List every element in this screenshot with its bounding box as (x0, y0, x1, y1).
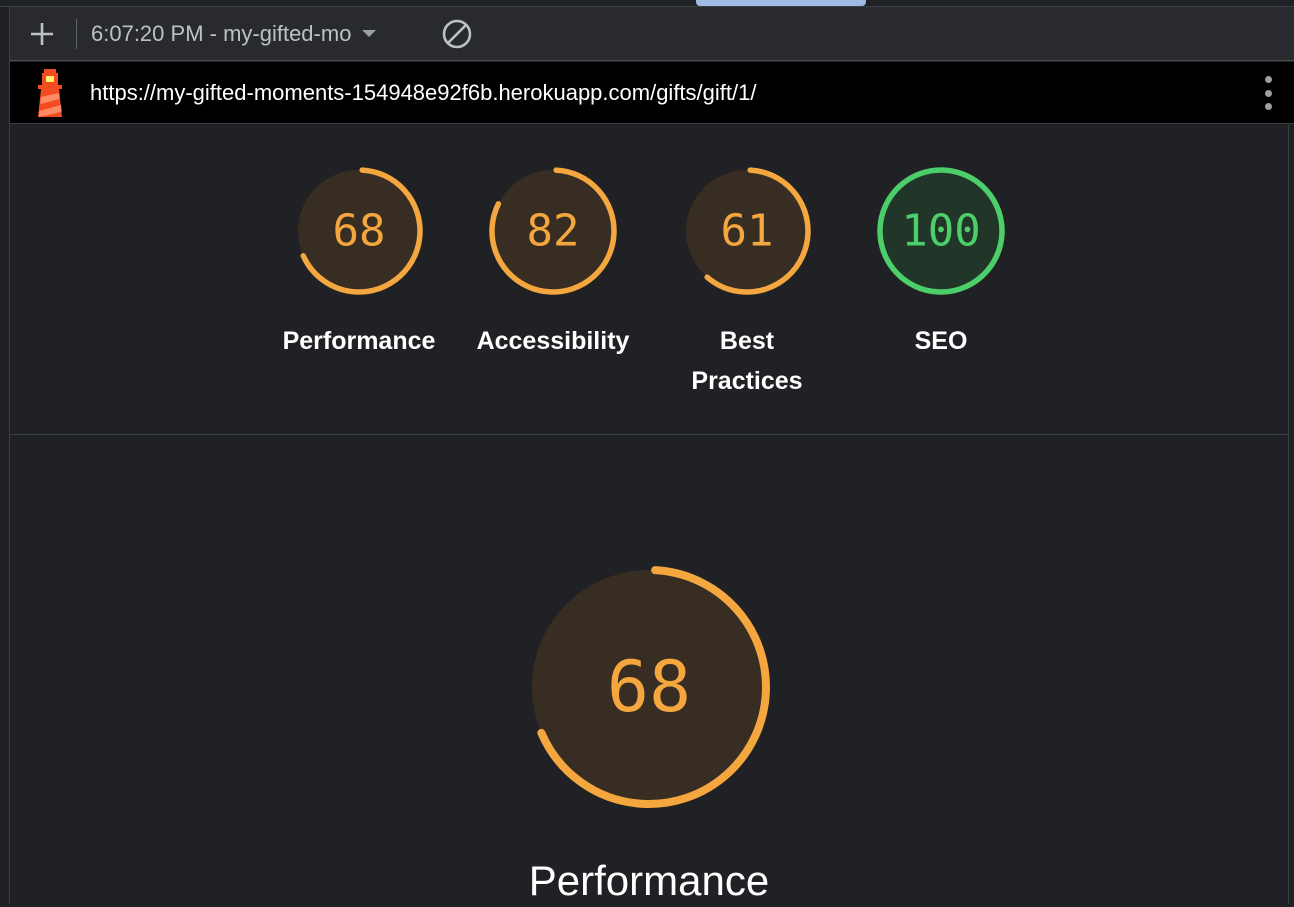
caret-down-icon (362, 29, 377, 37)
gauge-label-best-practices: Best Practices (691, 327, 803, 395)
divider (1288, 125, 1289, 904)
more-vertical-icon[interactable] (1258, 76, 1278, 110)
lighthouse-icon (38, 68, 62, 117)
performance-gauge: 68 (295, 167, 423, 295)
url-bar: https://my-gifted-moments-154948e92f6b.h… (10, 62, 1294, 124)
report-select-value: 6:07:20 PM - my-gifted-mo (91, 20, 352, 46)
lighthouse-toolbar: 6:07:20 PM - my-gifted-mo (10, 7, 1294, 61)
accessibility-score: 82 (527, 206, 580, 257)
gauge-accessibility[interactable]: 82 Accessibility (468, 165, 638, 361)
gauge-best-practices[interactable]: 61 Best Practices (662, 165, 832, 401)
report-select[interactable]: 6:07:20 PM - my-gifted-mo (91, 14, 431, 54)
page-url: https://my-gifted-moments-154948e92f6b.h… (90, 79, 757, 105)
gauge-label-seo: SEO (914, 327, 968, 355)
gauge-performance[interactable]: 68 Performance (274, 165, 444, 361)
plus-icon[interactable] (20, 12, 64, 56)
performance-detail-title: Performance (528, 857, 770, 904)
score-summary: 68 Performance 82 Accessibility 61 Best Pract… (10, 125, 1288, 435)
best-practices-score: 61 (721, 206, 774, 257)
performance-score: 68 (333, 206, 386, 257)
gauge-seo[interactable]: 100 SEO (856, 165, 1026, 361)
gauge-label-accessibility: Accessibility (476, 327, 630, 355)
left-gutter (0, 7, 10, 904)
performance-detail-score: 68 (607, 646, 691, 728)
accessibility-gauge: 82 (489, 167, 617, 295)
lighthouse-panel: 6:07:20 PM - my-gifted-mo https://my-gif… (0, 0, 1294, 904)
performance-detail-gauge: 68 (520, 558, 778, 821)
block-icon[interactable] (435, 12, 479, 56)
toolbar-separator (76, 18, 77, 49)
gauge-label-performance: Performance (282, 327, 436, 355)
seo-score: 100 (901, 206, 980, 257)
best-practices-gauge: 61 (683, 167, 811, 295)
performance-detail-gauge-svg: 68 (528, 566, 770, 808)
seo-gauge: 100 (877, 167, 1005, 295)
